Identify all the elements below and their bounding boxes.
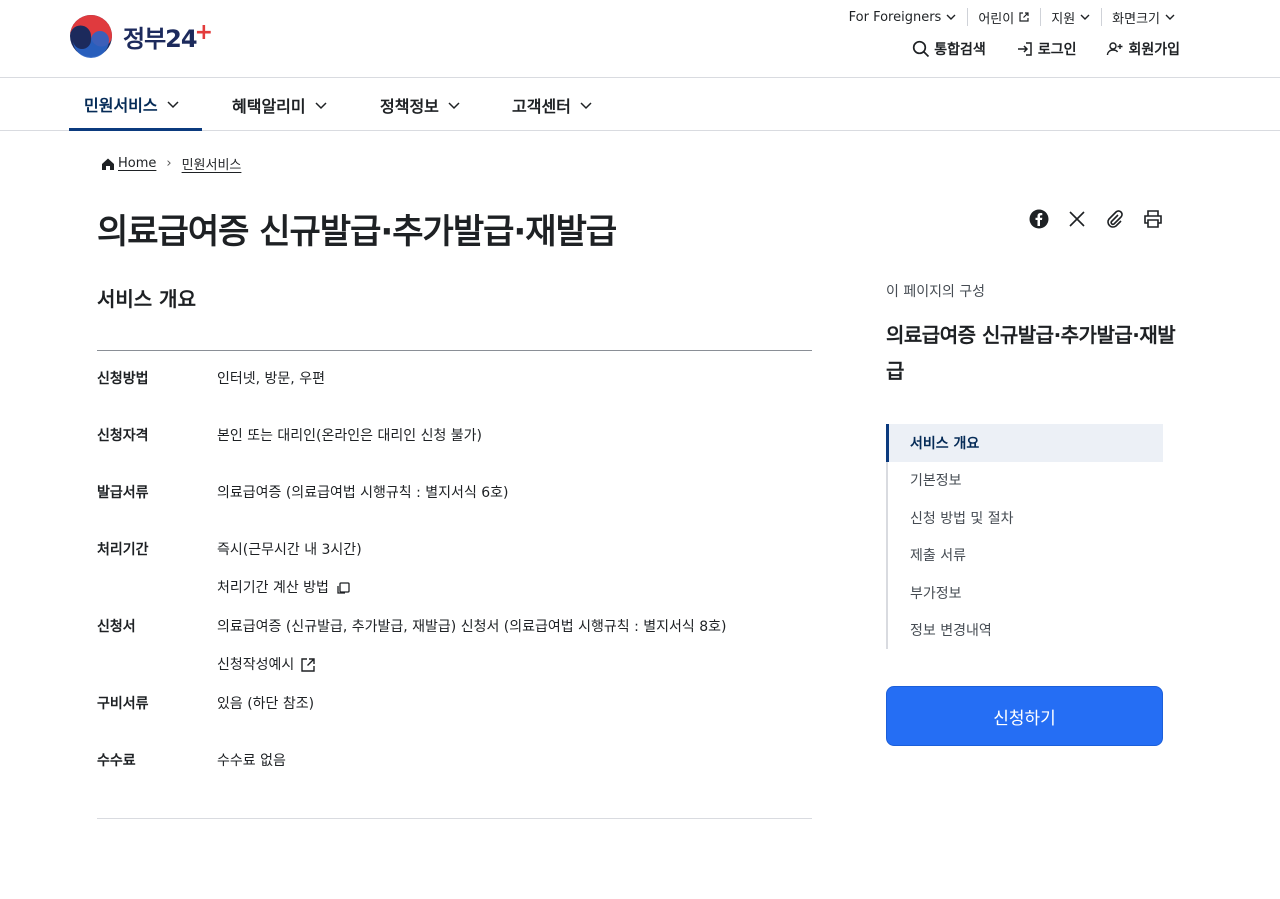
table-row: 처리기간 즉시(근무시간 내 3시간) 처리기간 계산 방법: [97, 540, 812, 598]
facebook-icon[interactable]: [1028, 208, 1049, 229]
processing-period-calc-link[interactable]: 처리기간 계산 방법: [217, 578, 812, 598]
breadcrumb-current[interactable]: 민원서비스: [182, 154, 242, 173]
toc-item-change-history[interactable]: 정보 변경내역: [888, 612, 1163, 650]
row-value: 있음 (하단 참조): [217, 696, 315, 712]
table-row: 신청자격 본인 또는 대리인(온라인은 대리인 신청 불가): [97, 426, 812, 464]
external-link-icon: [301, 658, 315, 672]
share-toolbar: [1028, 208, 1163, 229]
application-example-link[interactable]: 신청작성예시: [217, 655, 812, 675]
row-label: 처리기간: [97, 542, 149, 558]
quick-menu: 통합검색 로그인 회원가입: [882, 38, 1180, 60]
search-button[interactable]: 통합검색: [912, 38, 986, 60]
table-row: 발급서류 의료급여증 (의료급여법 시행규칙 : 별지서식 6호): [97, 483, 812, 521]
chevron-down-icon: [580, 102, 592, 110]
table-row: 신청방법 인터넷, 방문, 우편: [97, 369, 812, 407]
search-icon: [913, 40, 930, 58]
table-row: 신청서 의료급여증 (신규발급, 추가발급, 재발급) 신청서 (의료급여법 시…: [97, 617, 812, 675]
row-label: 구비서류: [97, 696, 149, 712]
toc-item-documents[interactable]: 제출 서류: [888, 537, 1163, 575]
toc-title: 의료급여증 신규발급·추가발급·재발급: [886, 323, 1176, 383]
row-value: 의료급여증 (의료급여법 시행규칙 : 별지서식 6호): [217, 485, 509, 501]
login-icon: [1017, 42, 1032, 56]
apply-button[interactable]: 신청하기: [886, 686, 1163, 746]
table-row: 구비서류 있음 (하단 참조): [97, 694, 812, 732]
nav-customer-center[interactable]: 고객센터: [512, 79, 593, 131]
section-heading-overview: 서비스 개요: [97, 287, 196, 311]
site-logo[interactable]: 정부24 +: [69, 14, 213, 58]
util-support[interactable]: 지원: [1040, 8, 1101, 27]
chevron-down-icon: [315, 102, 327, 110]
government-emblem-icon: [70, 15, 112, 58]
utility-menu: For Foreigners 어린이 지원 화면크기: [839, 8, 1186, 27]
row-label: 신청자격: [97, 428, 149, 444]
login-button[interactable]: 로그인: [1016, 38, 1076, 60]
row-label: 신청방법: [97, 371, 149, 387]
nav-benefits-alert[interactable]: 혜택알리미: [232, 79, 328, 131]
nav-policy-info[interactable]: 정책정보: [380, 79, 461, 131]
nav-civil-services[interactable]: 민원서비스: [69, 79, 202, 131]
row-label: 신청서: [97, 619, 136, 635]
table-row: 수수료 수수료 없음: [97, 751, 812, 789]
row-value: 의료급여증 (신규발급, 추가발급, 재발급) 신청서 (의료급여법 시행규칙 …: [217, 619, 727, 635]
toc-item-procedure[interactable]: 신청 방법 및 절차: [888, 499, 1163, 537]
chevron-down-icon: [167, 100, 179, 108]
util-for-foreigners[interactable]: For Foreigners: [839, 8, 968, 26]
toc-item-overview[interactable]: 서비스 개요: [886, 424, 1163, 462]
chevron-down-icon: [1165, 14, 1175, 20]
util-screen-size[interactable]: 화면크기: [1101, 8, 1186, 27]
print-icon[interactable]: [1142, 208, 1163, 229]
chevron-down-icon: [1080, 14, 1090, 20]
row-value: 수수료 없음: [217, 753, 286, 769]
toc-item-additional-info[interactable]: 부가정보: [888, 574, 1163, 612]
row-label: 발급서류: [97, 485, 149, 501]
service-overview-table: 신청방법 인터넷, 방문, 우편 신청자격 본인 또는 대리인(온라인은 대리인…: [97, 350, 812, 819]
home-icon: [102, 158, 114, 170]
chevron-right-icon: ›: [166, 156, 172, 171]
signup-button[interactable]: 회원가입: [1106, 38, 1180, 60]
row-value: 본인 또는 대리인(온라인은 대리인 신청 불가): [217, 428, 483, 444]
popup-icon: [337, 582, 350, 594]
main-navigation: 민원서비스 혜택알리미 정책정보 고객센터: [0, 79, 1280, 131]
page-title: 의료급여증 신규발급·추가발급·재발급: [97, 212, 617, 252]
x-icon[interactable]: [1066, 208, 1087, 229]
chevron-down-icon: [946, 14, 956, 20]
row-value: 인터넷, 방문, 우편: [217, 371, 325, 387]
logo-text: 정부24 +: [123, 19, 213, 53]
row-label: 수수료: [97, 753, 136, 769]
breadcrumb: Home › 민원서비스: [101, 154, 241, 173]
util-kids[interactable]: 어린이: [967, 8, 1040, 27]
toc-list: 서비스 개요 기본정보 신청 방법 및 절차 제출 서류 부가정보 정보 변경내…: [886, 424, 1163, 649]
breadcrumb-home[interactable]: Home: [118, 156, 156, 171]
chevron-down-icon: [448, 102, 460, 110]
link-icon[interactable]: [1104, 208, 1125, 229]
user-plus-icon: [1107, 42, 1123, 56]
row-value: 즉시(근무시간 내 3시간): [217, 542, 362, 558]
site-header: 정부24 + For Foreigners 어린이 지원 화면크기 통합검색 로그…: [0, 0, 1280, 78]
external-link-icon: [1019, 12, 1029, 22]
toc-caption: 이 페이지의 구성: [886, 284, 986, 300]
toc-item-basic-info[interactable]: 기본정보: [888, 462, 1163, 500]
